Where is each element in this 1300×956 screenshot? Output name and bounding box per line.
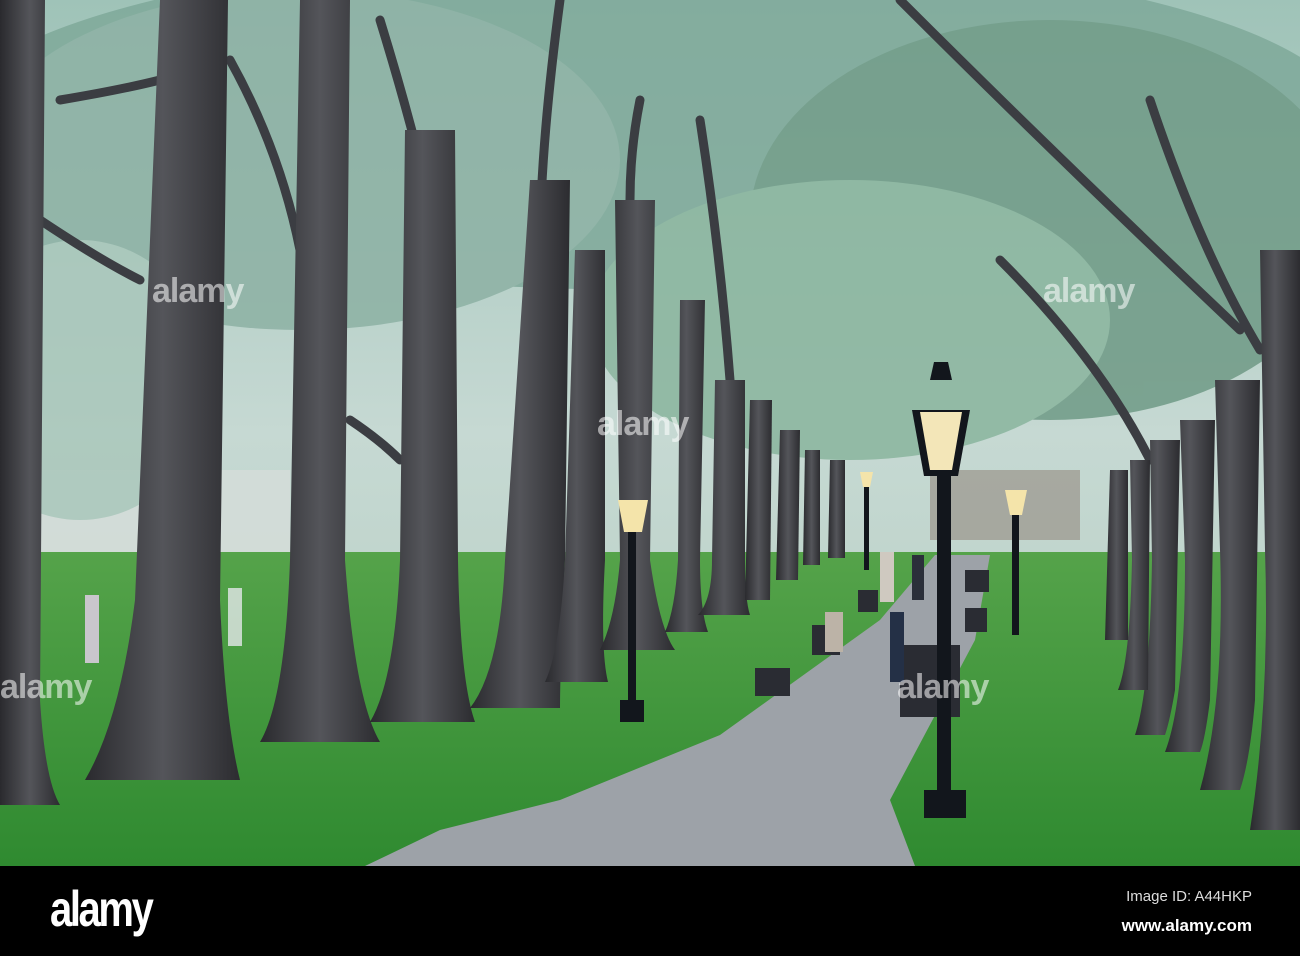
watermark: alamy <box>597 405 689 443</box>
watermark: alamy <box>0 668 92 706</box>
background-building-right <box>930 470 1080 540</box>
image-id: Image ID: A44HKP <box>1126 888 1252 905</box>
watermark: alamy <box>1043 272 1135 310</box>
site-url: www.alamy.com <box>1121 916 1252 935</box>
watermark: alamy <box>897 668 989 706</box>
alamy-logo: alamy <box>50 881 154 937</box>
footer-bar: alamy Image ID: A44HKP www.alamy.com <box>0 866 1300 956</box>
park-photo: alamy alamy alamy alamy alamy alamy Imag… <box>0 0 1300 956</box>
watermark: alamy <box>152 272 244 310</box>
